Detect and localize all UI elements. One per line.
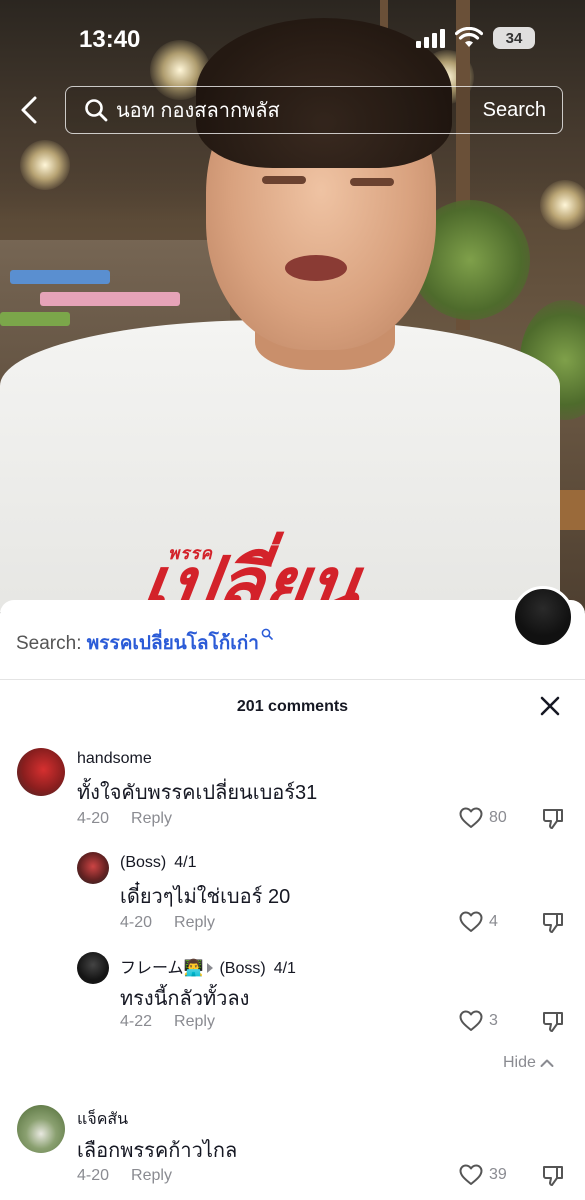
status-bar: 13:40 34	[0, 0, 585, 80]
reply-button[interactable]: Reply	[174, 1013, 215, 1030]
comment-text: เดี๋ยวๆไม่ใช่เบอร์ 20	[120, 886, 291, 908]
comment-meta: 4-20 Reply	[77, 1167, 172, 1185]
comment-username[interactable]: (Boss) 4/1	[120, 854, 196, 872]
heart-icon	[459, 1010, 483, 1031]
comment-time: 4-22	[120, 1013, 153, 1030]
comment-time: 4-20	[120, 914, 153, 931]
close-icon[interactable]	[538, 694, 562, 718]
battery-icon: 34	[493, 27, 535, 49]
comment-text: ทั้งใจคับพรรคเปลี่ยนเบอร์31	[77, 782, 318, 804]
search-suggestion-label: Search:	[16, 633, 82, 654]
comment-text: เลือกพรรคก้าวไกล	[77, 1140, 238, 1162]
back-button[interactable]	[18, 92, 48, 128]
dislike-icon[interactable]	[541, 807, 565, 831]
like-count: 39	[489, 1166, 507, 1183]
reply-arrow-icon	[207, 963, 214, 974]
like-button[interactable]: 80	[459, 807, 507, 829]
search-suggestion-keyword[interactable]: พรรคเปลี่ยนโลโก้เก่า	[87, 633, 259, 654]
status-icons: 34	[416, 27, 535, 49]
like-button[interactable]: 39	[459, 1164, 507, 1186]
heart-icon	[459, 911, 483, 932]
heart-icon	[459, 1164, 483, 1185]
hide-replies-button[interactable]: Hide	[503, 1054, 554, 1072]
heart-icon	[459, 807, 483, 828]
comment-meta: 4-20 Reply	[77, 810, 172, 828]
comment-meta: 4-22 Reply	[120, 1013, 215, 1031]
search-mini-icon	[261, 628, 273, 640]
reply-button[interactable]: Reply	[131, 1167, 172, 1184]
comment-date: 4/1	[273, 960, 296, 977]
status-time: 13:40	[79, 26, 141, 53]
back-icon	[21, 96, 37, 124]
comment-meta: 4-20 Reply	[120, 914, 215, 932]
search-input[interactable]: นอท กองสลากพลัส	[116, 94, 483, 126]
stall-goods	[10, 270, 110, 284]
avatar[interactable]	[77, 952, 109, 984]
signal-icon	[416, 28, 445, 48]
reply-username[interactable]: (Boss)	[120, 854, 166, 871]
like-count: 80	[489, 809, 507, 826]
person-mouth	[285, 255, 347, 281]
comments-count: 201 comments	[236, 698, 349, 715]
battery-level: 34	[505, 29, 523, 47]
avatar[interactable]	[17, 748, 65, 796]
reply-username[interactable]: フレーム👨‍💻	[120, 960, 203, 977]
stall-goods	[40, 292, 180, 306]
comment-time: 4-20	[77, 1167, 110, 1184]
reply-to-username[interactable]: (Boss)	[219, 960, 265, 977]
comment-date: 4/1	[174, 854, 197, 871]
like-button[interactable]: 4	[459, 911, 498, 933]
stall-goods	[0, 312, 70, 326]
search-button[interactable]: Search	[483, 99, 546, 122]
dislike-icon[interactable]	[541, 1164, 565, 1188]
hide-label: Hide	[503, 1054, 536, 1071]
like-count: 4	[489, 913, 498, 930]
comment-time: 4-20	[77, 810, 110, 827]
person-eye	[350, 178, 394, 186]
dislike-icon[interactable]	[541, 1010, 565, 1034]
person-eye	[262, 176, 306, 184]
lamp-light	[540, 180, 585, 230]
reply-button[interactable]: Reply	[174, 914, 215, 931]
lamp-light	[20, 140, 70, 190]
creator-avatar[interactable]	[512, 586, 574, 648]
like-button[interactable]: 3	[459, 1010, 498, 1032]
comments-sheet: Search: พรรคเปลี่ยนโลโก้เก่า 201 comment…	[0, 600, 585, 1200]
comment-text: ทรงนี้กลัวทั้วลง	[120, 988, 250, 1010]
reply-button[interactable]: Reply	[131, 810, 172, 827]
search-icon	[84, 97, 110, 123]
search-bar[interactable]: นอท กองสลากพลัส Search	[65, 86, 563, 134]
like-count: 3	[489, 1012, 498, 1029]
avatar[interactable]	[17, 1105, 65, 1153]
chevron-up-icon	[540, 1059, 554, 1067]
comment-username[interactable]: handsome	[77, 750, 152, 768]
search-suggestion[interactable]: Search: พรรคเปลี่ยนโลโก้เก่า	[16, 628, 273, 658]
divider	[0, 679, 585, 680]
wifi-icon	[455, 27, 483, 47]
avatar[interactable]	[77, 852, 109, 884]
dislike-icon[interactable]	[541, 911, 565, 935]
comment-username[interactable]: แจ็คสัน	[77, 1107, 128, 1132]
comment-username[interactable]: フレーム👨‍💻 (Boss) 4/1	[120, 954, 296, 978]
